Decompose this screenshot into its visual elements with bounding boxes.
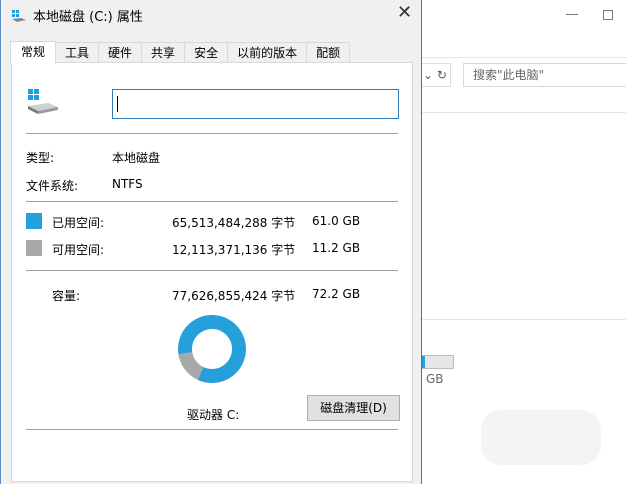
dialog-title: 本地磁盘 (C:) 属性: [33, 10, 143, 25]
drive-size-unit: GB: [426, 372, 444, 386]
general-tab-panel: 类型: 本地磁盘 文件系统: NTFS 已用空间: 65,513,484,288…: [11, 62, 413, 482]
drive-usage-fill: [422, 356, 426, 368]
tab-security[interactable]: 安全: [184, 42, 229, 63]
maximize-button[interactable]: [603, 10, 613, 20]
tab-general[interactable]: 常规: [10, 41, 57, 64]
search-input[interactable]: 搜索"此电脑": [463, 63, 626, 87]
tab-previous-versions[interactable]: 以前的版本: [227, 42, 308, 63]
explorer-window-background: ⌄ ↻ 搜索"此电脑" GB: [421, 0, 626, 484]
free-space-size: 11.2 GB: [312, 241, 361, 255]
disk-cleanup-button[interactable]: 磁盘清理(D): [307, 395, 400, 421]
tab-bar: 常规 工具 硬件 共享 安全 以前的版本 配额: [10, 41, 351, 64]
used-space-swatch: [26, 213, 42, 229]
free-space-label: 可用空间:: [52, 243, 105, 257]
filesystem-label: 文件系统:: [26, 179, 79, 193]
divider: [421, 57, 626, 58]
free-space-bytes: 12,113,371,136 字节: [172, 243, 296, 257]
free-space-swatch: [26, 240, 42, 256]
tab-quota[interactable]: 配额: [306, 42, 351, 63]
divider: [26, 201, 398, 202]
drive-letter-label: 驱动器 C:: [187, 408, 240, 422]
divider: [26, 429, 398, 430]
divider: [26, 133, 398, 134]
close-button[interactable]: ✕: [397, 2, 412, 23]
drive-usage-bar: [421, 355, 454, 369]
drive-large-icon: [26, 89, 60, 115]
divider: [26, 270, 398, 271]
capacity-size: 72.2 GB: [312, 287, 361, 301]
drive-name-input[interactable]: [112, 89, 399, 119]
drive-icon: [11, 9, 27, 22]
blurred-region: [481, 410, 601, 465]
tab-hardware[interactable]: 硬件: [98, 42, 143, 63]
divider: [421, 112, 626, 113]
properties-dialog: 本地磁盘 (C:) 属性 ✕ 常规 工具 硬件 共享 安全 以前的版本 配额 类…: [0, 0, 422, 484]
capacity-label: 容量:: [52, 289, 81, 303]
usage-donut-chart: [178, 315, 246, 383]
refresh-button[interactable]: ⌄ ↻: [421, 63, 451, 87]
tab-sharing[interactable]: 共享: [141, 42, 186, 63]
type-label: 类型:: [26, 151, 55, 165]
used-space-bytes: 65,513,484,288 字节: [172, 216, 296, 230]
dialog-titlebar: 本地磁盘 (C:) 属性: [11, 6, 143, 25]
refresh-icon: ↻: [436, 68, 447, 82]
capacity-bytes: 77,626,855,424 字节: [172, 289, 296, 303]
chevron-down-icon[interactable]: ⌄: [423, 68, 433, 82]
tab-tools[interactable]: 工具: [55, 42, 100, 63]
filesystem-value: NTFS: [112, 177, 143, 191]
divider: [421, 319, 626, 320]
used-space-label: 已用空间:: [52, 216, 105, 230]
minimize-button[interactable]: [566, 14, 578, 15]
used-space-size: 61.0 GB: [312, 214, 361, 228]
type-value: 本地磁盘: [112, 151, 161, 165]
